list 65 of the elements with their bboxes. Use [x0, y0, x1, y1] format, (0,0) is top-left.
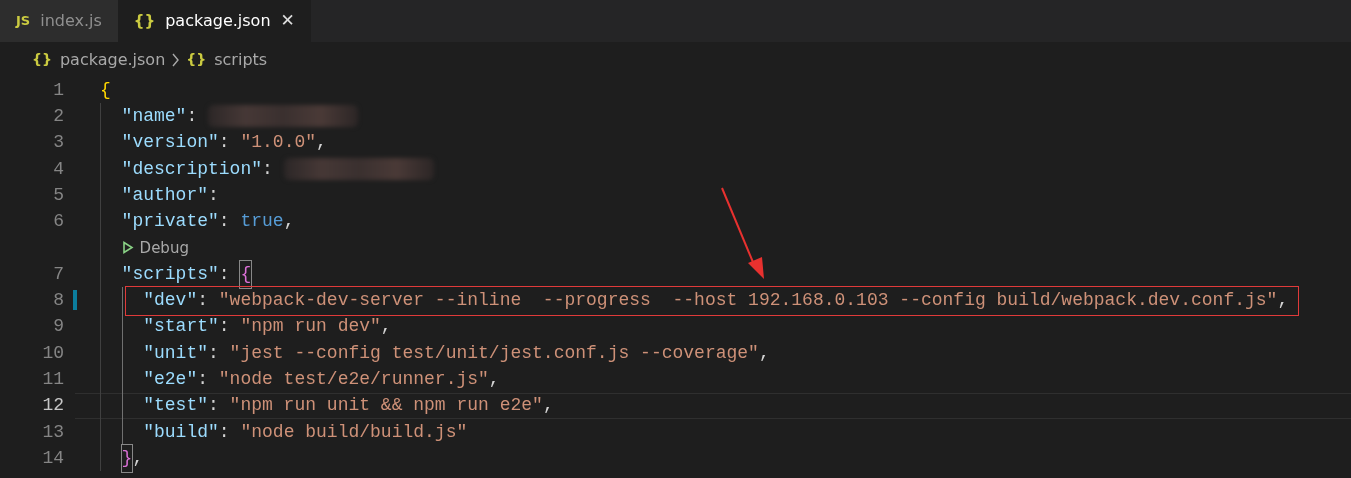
- line-number: 5: [53, 183, 64, 207]
- json-key: "test": [143, 392, 208, 420]
- bracket: {: [100, 78, 111, 102]
- line-number: 3: [53, 131, 64, 155]
- close-icon[interactable]: ✕: [280, 8, 295, 34]
- play-icon: [121, 241, 134, 255]
- line-number: 1: [53, 78, 64, 102]
- punctuation: ,: [1277, 289, 1289, 313]
- bracket: {: [240, 260, 252, 288]
- json-key: "private": [121, 208, 219, 236]
- json-boolean: true: [240, 210, 284, 234]
- punctuation: ,: [488, 367, 500, 391]
- line-number: 4: [53, 157, 64, 181]
- punctuation: :: [218, 420, 231, 444]
- editor-tab[interactable]: JS index.js: [0, 0, 118, 42]
- punctuation: :: [197, 367, 209, 391]
- json-string: "npm run unit && npm run e2e": [229, 394, 543, 418]
- punctuation: :: [208, 341, 220, 365]
- line-number: 2: [53, 104, 64, 128]
- breadcrumb-item[interactable]: {} scripts: [186, 47, 268, 72]
- json-string: "1.0.0": [240, 131, 317, 155]
- json-string: "webpack-dev-server --inline --progress --host 192.168.0.103 --config build/webpack.dev.conf.js": [218, 289, 1278, 313]
- punctuation: :: [208, 394, 220, 418]
- breadcrumb-item[interactable]: {} package.json: [32, 47, 166, 72]
- punctuation: :: [218, 262, 231, 286]
- line-number: 10: [42, 341, 64, 365]
- json-key: "unit": [143, 339, 208, 367]
- line-number: 13: [42, 420, 64, 444]
- json-string: "node test/e2e/runner.js": [218, 367, 489, 391]
- punctuation: :: [197, 289, 209, 313]
- punctuation: :: [208, 183, 219, 207]
- json-key: "description": [121, 155, 263, 183]
- line-number: 8: [53, 289, 64, 313]
- punctuation: :: [218, 131, 231, 155]
- punctuation: ,: [542, 394, 554, 418]
- punctuation: :: [186, 104, 199, 128]
- json-key: "e2e": [143, 365, 198, 393]
- json-string: "node build/build.js": [240, 420, 468, 444]
- json-key: "dev": [143, 287, 198, 315]
- line-number: 11: [42, 367, 64, 391]
- json-key: "start": [143, 313, 219, 341]
- chevron-icon: [171, 52, 181, 67]
- json-key: "version": [121, 129, 219, 157]
- punctuation: :: [218, 315, 231, 339]
- line-number: 9: [53, 315, 64, 339]
- line-number: 7: [53, 262, 64, 286]
- line-number: 14: [42, 446, 64, 470]
- editor-tab[interactable]: {} package.json ✕: [117, 0, 311, 42]
- line-number: 6: [53, 210, 64, 234]
- punctuation: ,: [380, 315, 392, 339]
- json-key: "name": [121, 102, 187, 130]
- punctuation: ,: [283, 210, 295, 234]
- punctuation: :: [218, 210, 231, 234]
- json-key: "author": [121, 181, 208, 209]
- punctuation: ,: [758, 341, 770, 365]
- json-string: "jest --config test/unit/jest.conf.js --coverage": [229, 341, 759, 365]
- line-number: 12: [42, 394, 64, 418]
- json-key: "scripts": [121, 260, 219, 288]
- debug-link[interactable]: Debug: [121, 236, 189, 260]
- punctuation: ,: [132, 446, 144, 470]
- bracket: }: [121, 444, 133, 472]
- punctuation: :: [262, 157, 274, 181]
- json-key: "build": [143, 418, 219, 446]
- json-string: "npm run dev": [240, 315, 381, 339]
- punctuation: ,: [316, 131, 327, 155]
